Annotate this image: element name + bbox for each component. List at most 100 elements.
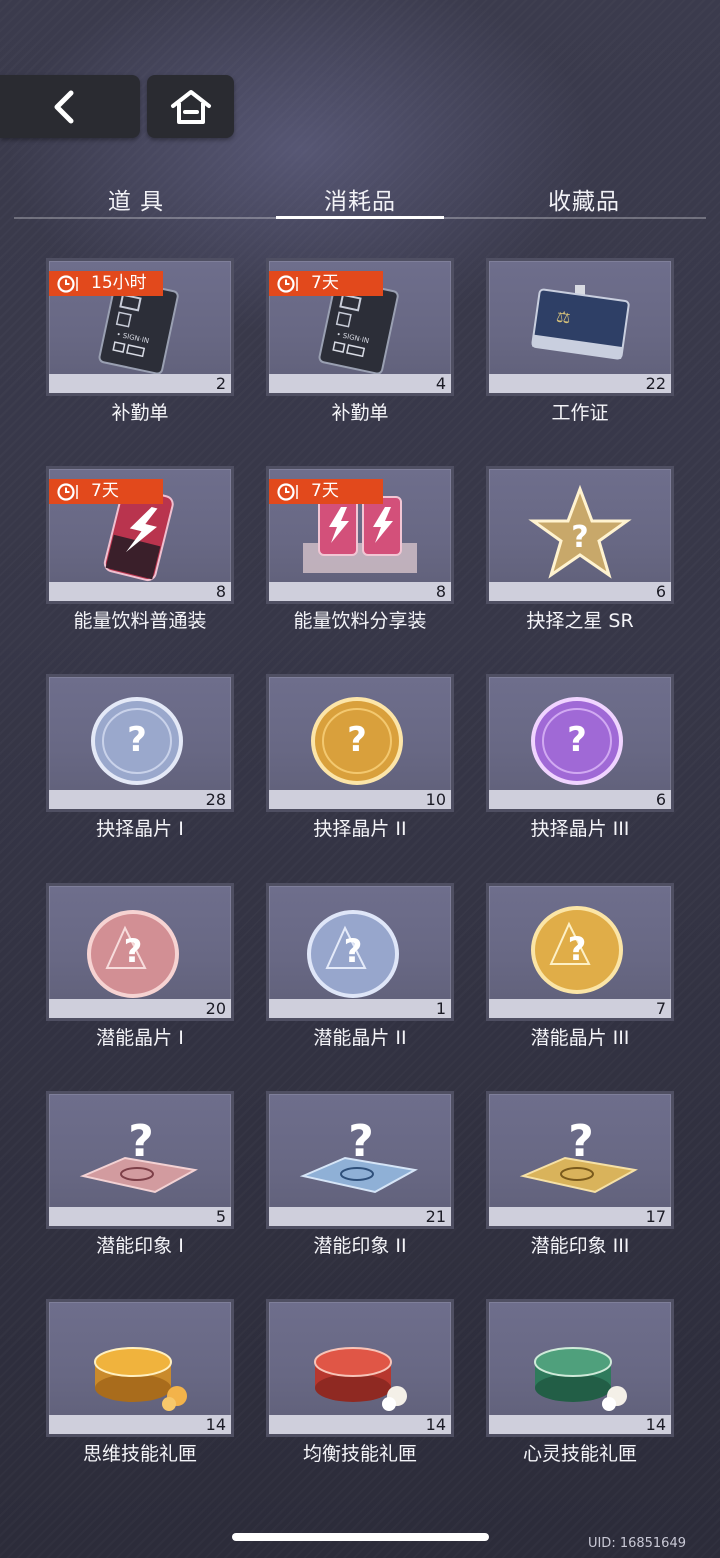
item-tile[interactable]: • SIGN·IN 15小时 2 xyxy=(46,258,234,396)
item-tile[interactable]: ? 7 xyxy=(486,883,674,1021)
item-name: 潜能晶片 I xyxy=(96,1027,184,1049)
item-tile[interactable]: ? 17 xyxy=(486,1091,674,1229)
svg-text:?: ? xyxy=(124,932,143,970)
item-count: 6 xyxy=(489,790,671,809)
potential-impression-blue-icon: ? xyxy=(285,1106,435,1210)
skill-box-green-icon xyxy=(505,1314,655,1418)
item-cell[interactable]: 14 思维技能礼匣 xyxy=(46,1299,234,1474)
item-count: 14 xyxy=(49,1415,231,1434)
back-button[interactable] xyxy=(0,75,140,138)
potential-chip-gold-icon: ? xyxy=(505,898,655,1002)
work-badge-icon: ⚖ xyxy=(505,273,655,377)
svg-text:⚖: ⚖ xyxy=(555,307,572,328)
expiry-timer-text: 7天 xyxy=(91,481,119,501)
svg-text:?: ? xyxy=(128,1116,154,1167)
home-icon xyxy=(170,89,211,124)
item-name: 工作证 xyxy=(551,402,609,424)
item-count: 10 xyxy=(269,790,451,809)
potential-impression-gold-icon: ? xyxy=(505,1106,655,1210)
item-cell[interactable]: ? 17 潜能印象 III xyxy=(486,1091,674,1266)
choice-chip-silver-icon: ? xyxy=(65,689,215,793)
expiry-timer-badge: 7天 xyxy=(269,479,383,504)
item-cell[interactable]: 7天 8 能量饮料分享装 xyxy=(266,466,454,641)
item-count: 4 xyxy=(269,374,451,393)
item-cell[interactable]: ? 20 潜能晶片 I xyxy=(46,883,234,1058)
item-name: 能量饮料分享装 xyxy=(293,610,427,632)
item-name: 潜能印象 III xyxy=(530,1235,630,1257)
item-tile[interactable]: 14 xyxy=(266,1299,454,1437)
item-cell[interactable]: ? 5 潜能印象 I xyxy=(46,1091,234,1266)
item-name: 抉择晶片 II xyxy=(313,818,407,840)
item-name: 潜能晶片 III xyxy=(530,1027,630,1049)
svg-text:?: ? xyxy=(348,1116,374,1167)
svg-text:?: ? xyxy=(571,520,588,555)
item-tile[interactable]: • SIGN·IN 7天 4 xyxy=(266,258,454,396)
item-name: 均衡技能礼匣 xyxy=(302,1443,417,1465)
item-cell[interactable]: ⚖ 22 工作证 xyxy=(486,258,674,433)
item-count: 14 xyxy=(489,1415,671,1434)
tab-consumables[interactable]: 消耗品 xyxy=(276,180,444,219)
uid-label: UID: 16851649 xyxy=(587,1536,686,1551)
item-cell[interactable]: ? 1 潜能晶片 II xyxy=(266,883,454,1058)
item-tile[interactable]: ? 20 xyxy=(46,883,234,1021)
home-indicator[interactable] xyxy=(232,1533,489,1541)
skill-box-gold-icon xyxy=(65,1314,215,1418)
item-tile[interactable]: ⚖ 22 xyxy=(486,258,674,396)
item-cell[interactable]: • SIGN·IN 7天 4 补勤单 xyxy=(266,258,454,433)
item-count: 6 xyxy=(489,582,671,601)
clock-icon xyxy=(277,274,298,293)
item-name: 潜能晶片 II xyxy=(313,1027,407,1049)
item-cell[interactable]: ? 10 抉择晶片 II xyxy=(266,674,454,849)
item-count: 21 xyxy=(269,1207,451,1226)
home-button[interactable] xyxy=(147,75,234,138)
expiry-timer-badge: 15小时 xyxy=(49,271,163,296)
item-cell[interactable]: 14 心灵技能礼匣 xyxy=(486,1299,674,1474)
item-cell[interactable]: ? 7 潜能晶片 III xyxy=(486,883,674,1058)
tab-props[interactable]: 道 具 xyxy=(70,180,202,217)
item-cell[interactable]: ? 28 抉择晶片 I xyxy=(46,674,234,849)
tab-collectibles[interactable]: 收藏品 xyxy=(514,180,654,217)
item-count: 1 xyxy=(269,999,451,1018)
item-tile[interactable]: 14 xyxy=(486,1299,674,1437)
item-tile[interactable]: 7天 8 xyxy=(46,466,234,604)
item-cell[interactable]: ? 6 抉择晶片 III xyxy=(486,674,674,849)
item-tile[interactable]: 14 xyxy=(46,1299,234,1437)
svg-text:?: ? xyxy=(568,1116,594,1167)
choice-chip-purple-icon: ? xyxy=(505,689,655,793)
item-name: 潜能印象 II xyxy=(313,1235,407,1257)
item-cell[interactable]: 14 均衡技能礼匣 xyxy=(266,1299,454,1474)
item-tile[interactable]: ? 5 xyxy=(46,1091,234,1229)
expiry-timer-badge: 7天 xyxy=(269,271,383,296)
expiry-timer-text: 7天 xyxy=(311,481,339,501)
item-cell[interactable]: ? 6 抉择之星 SR xyxy=(486,466,674,641)
item-tile[interactable]: ? 6 xyxy=(486,466,674,604)
chevron-left-icon xyxy=(54,90,74,123)
item-name: 心灵技能礼匣 xyxy=(522,1443,637,1465)
item-tile[interactable]: ? 6 xyxy=(486,674,674,812)
svg-text:?: ? xyxy=(567,720,587,760)
item-tile[interactable]: 7天 8 xyxy=(266,466,454,604)
category-tabs: 道 具 消耗品 收藏品 xyxy=(14,180,706,220)
item-name: 抉择晶片 III xyxy=(530,818,630,840)
item-cell[interactable]: 7天 8 能量饮料普通装 xyxy=(46,466,234,641)
item-tile[interactable]: ? 21 xyxy=(266,1091,454,1229)
potential-impression-pink-icon: ? xyxy=(65,1106,215,1210)
item-cell[interactable]: ? 21 潜能印象 II xyxy=(266,1091,454,1266)
clock-icon xyxy=(57,482,78,501)
item-count: 8 xyxy=(269,582,451,601)
star-question-icon: ? xyxy=(505,481,655,585)
item-tile[interactable]: ? 1 xyxy=(266,883,454,1021)
choice-chip-gold-icon: ? xyxy=(285,689,435,793)
potential-chip-pink-icon: ? xyxy=(65,898,215,1002)
svg-text:?: ? xyxy=(347,720,367,760)
item-tile[interactable]: ? 28 xyxy=(46,674,234,812)
item-count: 5 xyxy=(49,1207,231,1226)
clock-icon xyxy=(277,482,298,501)
item-name: 抉择之星 SR xyxy=(526,610,634,632)
item-tile[interactable]: ? 10 xyxy=(266,674,454,812)
item-count: 17 xyxy=(489,1207,671,1226)
svg-text:?: ? xyxy=(344,932,363,970)
item-count: 8 xyxy=(49,582,231,601)
item-cell[interactable]: • SIGN·IN 15小时 2 补勤单 xyxy=(46,258,234,433)
item-name: 补勤单 xyxy=(111,402,169,424)
